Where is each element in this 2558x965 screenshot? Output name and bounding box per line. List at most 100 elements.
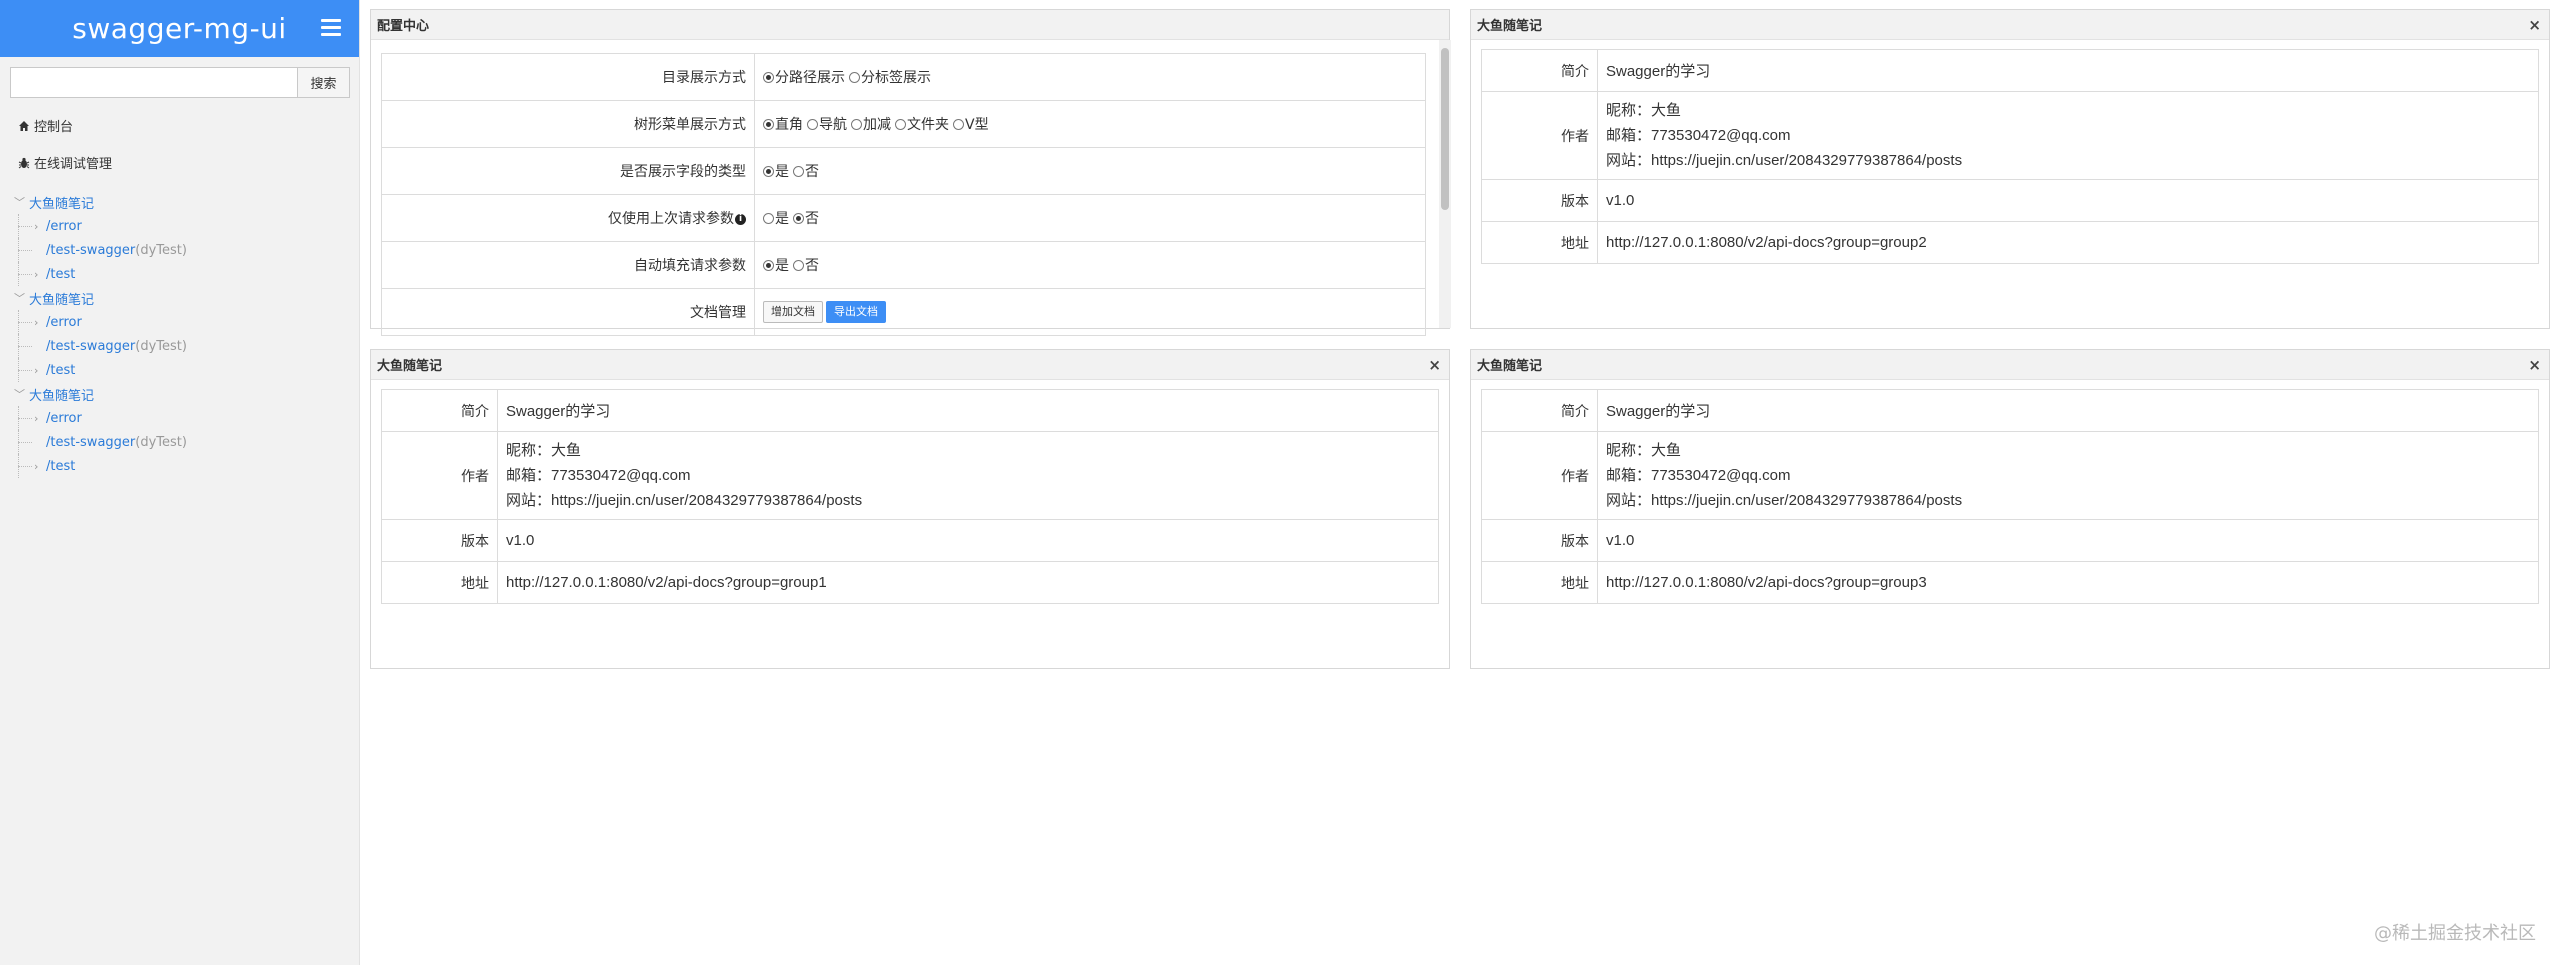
tree-leaf[interactable]: /test-swagger (dyTest)	[14, 430, 344, 454]
tree-leaf[interactable]: ›/test	[14, 454, 344, 478]
chevron-right-icon: ›	[34, 315, 39, 329]
radio-option[interactable]: 是	[763, 255, 789, 275]
panel-header: 大鱼随笔记 ×	[1471, 350, 2549, 380]
version-value: v1.0	[1597, 179, 2539, 222]
author-value: 昵称：大鱼 邮箱：773530472@qq.com 网站：https://jueji…	[1597, 91, 2539, 180]
url-label: 地址	[1481, 561, 1598, 604]
scrollbar[interactable]	[1439, 40, 1451, 328]
api-tree: ﹀ 大鱼随笔记 ›/error /test-swagger (dyTest) ›/t…	[14, 190, 344, 478]
intro-value: Swagger的学习	[1597, 49, 2539, 92]
config-label: 是否展示字段的类型	[381, 147, 755, 195]
tree-leaf[interactable]: ›/error	[14, 406, 344, 430]
chevron-right-icon: ›	[34, 459, 39, 473]
close-icon[interactable]: ×	[2526, 16, 2543, 34]
search-input[interactable]	[10, 67, 298, 98]
export-doc-button[interactable]: 导出文档	[826, 301, 886, 323]
config-table-wrap: 目录展示方式 分路径展示 分标签展示 树形菜单展示方式 直角 导航 加减 文件夹 V型 是…	[381, 53, 1426, 337]
url-value: http://127.0.0.1:8080/v2/api-docs?group=…	[1597, 561, 2539, 604]
radio-option[interactable]: 否	[793, 161, 819, 181]
config-row: 是否展示字段的类型 是否	[381, 147, 1426, 195]
url-label: 地址	[381, 561, 498, 604]
tree-leaf[interactable]: /test-swagger (dyTest)	[14, 238, 344, 262]
panel-header: 大鱼随笔记 ×	[1471, 10, 2549, 40]
config-row: 树形菜单展示方式 直角 导航 加减 文件夹 V型	[381, 100, 1426, 148]
tree-leaf[interactable]: /test-swagger (dyTest)	[14, 334, 344, 358]
config-row: 自动填充请求参数 是否	[381, 241, 1426, 289]
tree-group-header[interactable]: ﹀ 大鱼随笔记	[14, 382, 344, 406]
radio-option[interactable]: 加减	[851, 114, 891, 134]
tree-group-header[interactable]: ﹀ 大鱼随笔记	[14, 286, 344, 310]
radio-option[interactable]: 否	[793, 255, 819, 275]
scrollbar-thumb[interactable]	[1441, 48, 1449, 210]
chevron-right-icon: ›	[34, 363, 39, 377]
chevron-down-icon: ﹀	[14, 196, 25, 209]
config-options: 是否	[754, 194, 1426, 242]
radio-option[interactable]: V型	[953, 114, 989, 134]
tree-group-header[interactable]: ﹀ 大鱼随笔记	[14, 190, 344, 214]
config-label: 自动填充请求参数	[381, 241, 755, 289]
close-icon[interactable]: ×	[1426, 356, 1443, 374]
radio-option[interactable]: 是	[763, 161, 789, 181]
chevron-down-icon: ﹀	[14, 388, 25, 401]
tree-group: ﹀ 大鱼随笔记 ›/error /test-swagger (dyTest) ›/t…	[14, 382, 344, 478]
nav-debug[interactable]: 在线调试管理	[18, 153, 112, 172]
version-label: 版本	[381, 519, 498, 562]
nav-console-label: 控制台	[34, 120, 74, 135]
panel-header: 配置中心	[371, 10, 1449, 40]
info-table: 简介 Swagger的学习 作者 昵称：大鱼 邮箱：773530472@qq.com 网…	[381, 389, 1439, 604]
intro-value: Swagger的学习	[497, 389, 1439, 432]
app-title: swagger-mg-ui	[72, 12, 287, 45]
nav-console[interactable]: 控制台	[18, 116, 73, 135]
author-label: 作者	[1481, 431, 1598, 520]
project-info-panel: 大鱼随笔记 × 简介 Swagger的学习 作者 昵称：大鱼 邮箱：773530472…	[1470, 9, 2550, 329]
tree-group: ﹀ 大鱼随笔记 ›/error /test-swagger (dyTest) ›/t…	[14, 286, 344, 382]
add-doc-button[interactable]: 增加文档	[763, 301, 823, 323]
intro-label: 简介	[1481, 389, 1598, 432]
config-row: 目录展示方式 分路径展示 分标签展示	[381, 53, 1426, 101]
radio-option[interactable]: 分标签展示	[849, 67, 931, 87]
radio-option[interactable]: 直角	[763, 114, 803, 134]
panel-header: 大鱼随笔记 ×	[371, 350, 1449, 380]
chevron-right-icon: ›	[34, 411, 39, 425]
tree-leaf[interactable]: ›/test	[14, 358, 344, 382]
search-button[interactable]: 搜索	[298, 67, 350, 98]
nav-debug-label: 在线调试管理	[34, 157, 113, 172]
info-icon[interactable]: i	[735, 213, 746, 225]
author-label: 作者	[1481, 91, 1598, 180]
author-value: 昵称：大鱼 邮箱：773530472@qq.com 网站：https://jueji…	[497, 431, 1439, 520]
url-value: http://127.0.0.1:8080/v2/api-docs?group=…	[1597, 221, 2539, 264]
config-options: 是否	[754, 241, 1426, 289]
config-panel-title: 配置中心	[377, 19, 430, 34]
hamburger-menu-icon[interactable]	[321, 19, 341, 36]
radio-option[interactable]: 分路径展示	[763, 67, 845, 87]
radio-option[interactable]: 文件夹	[895, 114, 949, 134]
radio-option[interactable]: 否	[793, 208, 819, 228]
tree-leaf[interactable]: ›/error	[14, 310, 344, 334]
config-table: 目录展示方式 分路径展示 分标签展示 树形菜单展示方式 直角 导航 加减 文件夹 V型 是…	[381, 53, 1426, 336]
version-value: v1.0	[497, 519, 1439, 562]
intro-value: Swagger的学习	[1597, 389, 2539, 432]
tree-leaf[interactable]: ›/error	[14, 214, 344, 238]
info-table: 简介 Swagger的学习 作者 昵称：大鱼 邮箱：773530472@qq.com 网…	[1481, 389, 2539, 604]
panel-title: 大鱼随笔记	[1477, 359, 1543, 374]
search-bar: 搜索	[10, 67, 350, 98]
project-info-panel: 大鱼随笔记 × 简介 Swagger的学习 作者 昵称：大鱼 邮箱：773530472…	[370, 349, 1450, 669]
panel-title: 大鱼随笔记	[377, 359, 443, 374]
intro-label: 简介	[381, 389, 498, 432]
home-icon	[18, 120, 30, 132]
close-icon[interactable]: ×	[2526, 356, 2543, 374]
tree-group: ﹀ 大鱼随笔记 ›/error /test-swagger (dyTest) ›/t…	[14, 190, 344, 286]
config-options: 增加文档 导出文档	[754, 288, 1426, 336]
tree-leaf[interactable]: ›/test	[14, 262, 344, 286]
config-options: 直角 导航 加减 文件夹 V型	[754, 100, 1426, 148]
project-info-panel: 大鱼随笔记 × 简介 Swagger的学习 作者 昵称：大鱼 邮箱：773530472…	[1470, 349, 2550, 669]
config-label: 目录展示方式	[381, 53, 755, 101]
radio-option[interactable]: 导航	[807, 114, 847, 134]
panel-title: 大鱼随笔记	[1477, 19, 1543, 34]
config-panel: 配置中心 目录展示方式 分路径展示 分标签展示 树形菜单展示方式 直角 导航 加减 文件…	[370, 9, 1451, 336]
chevron-down-icon: ﹀	[14, 292, 25, 305]
radio-option[interactable]: 是	[763, 208, 789, 228]
chevron-right-icon: ›	[34, 219, 39, 233]
config-options: 是否	[754, 147, 1426, 195]
config-label: 树形菜单展示方式	[381, 100, 755, 148]
